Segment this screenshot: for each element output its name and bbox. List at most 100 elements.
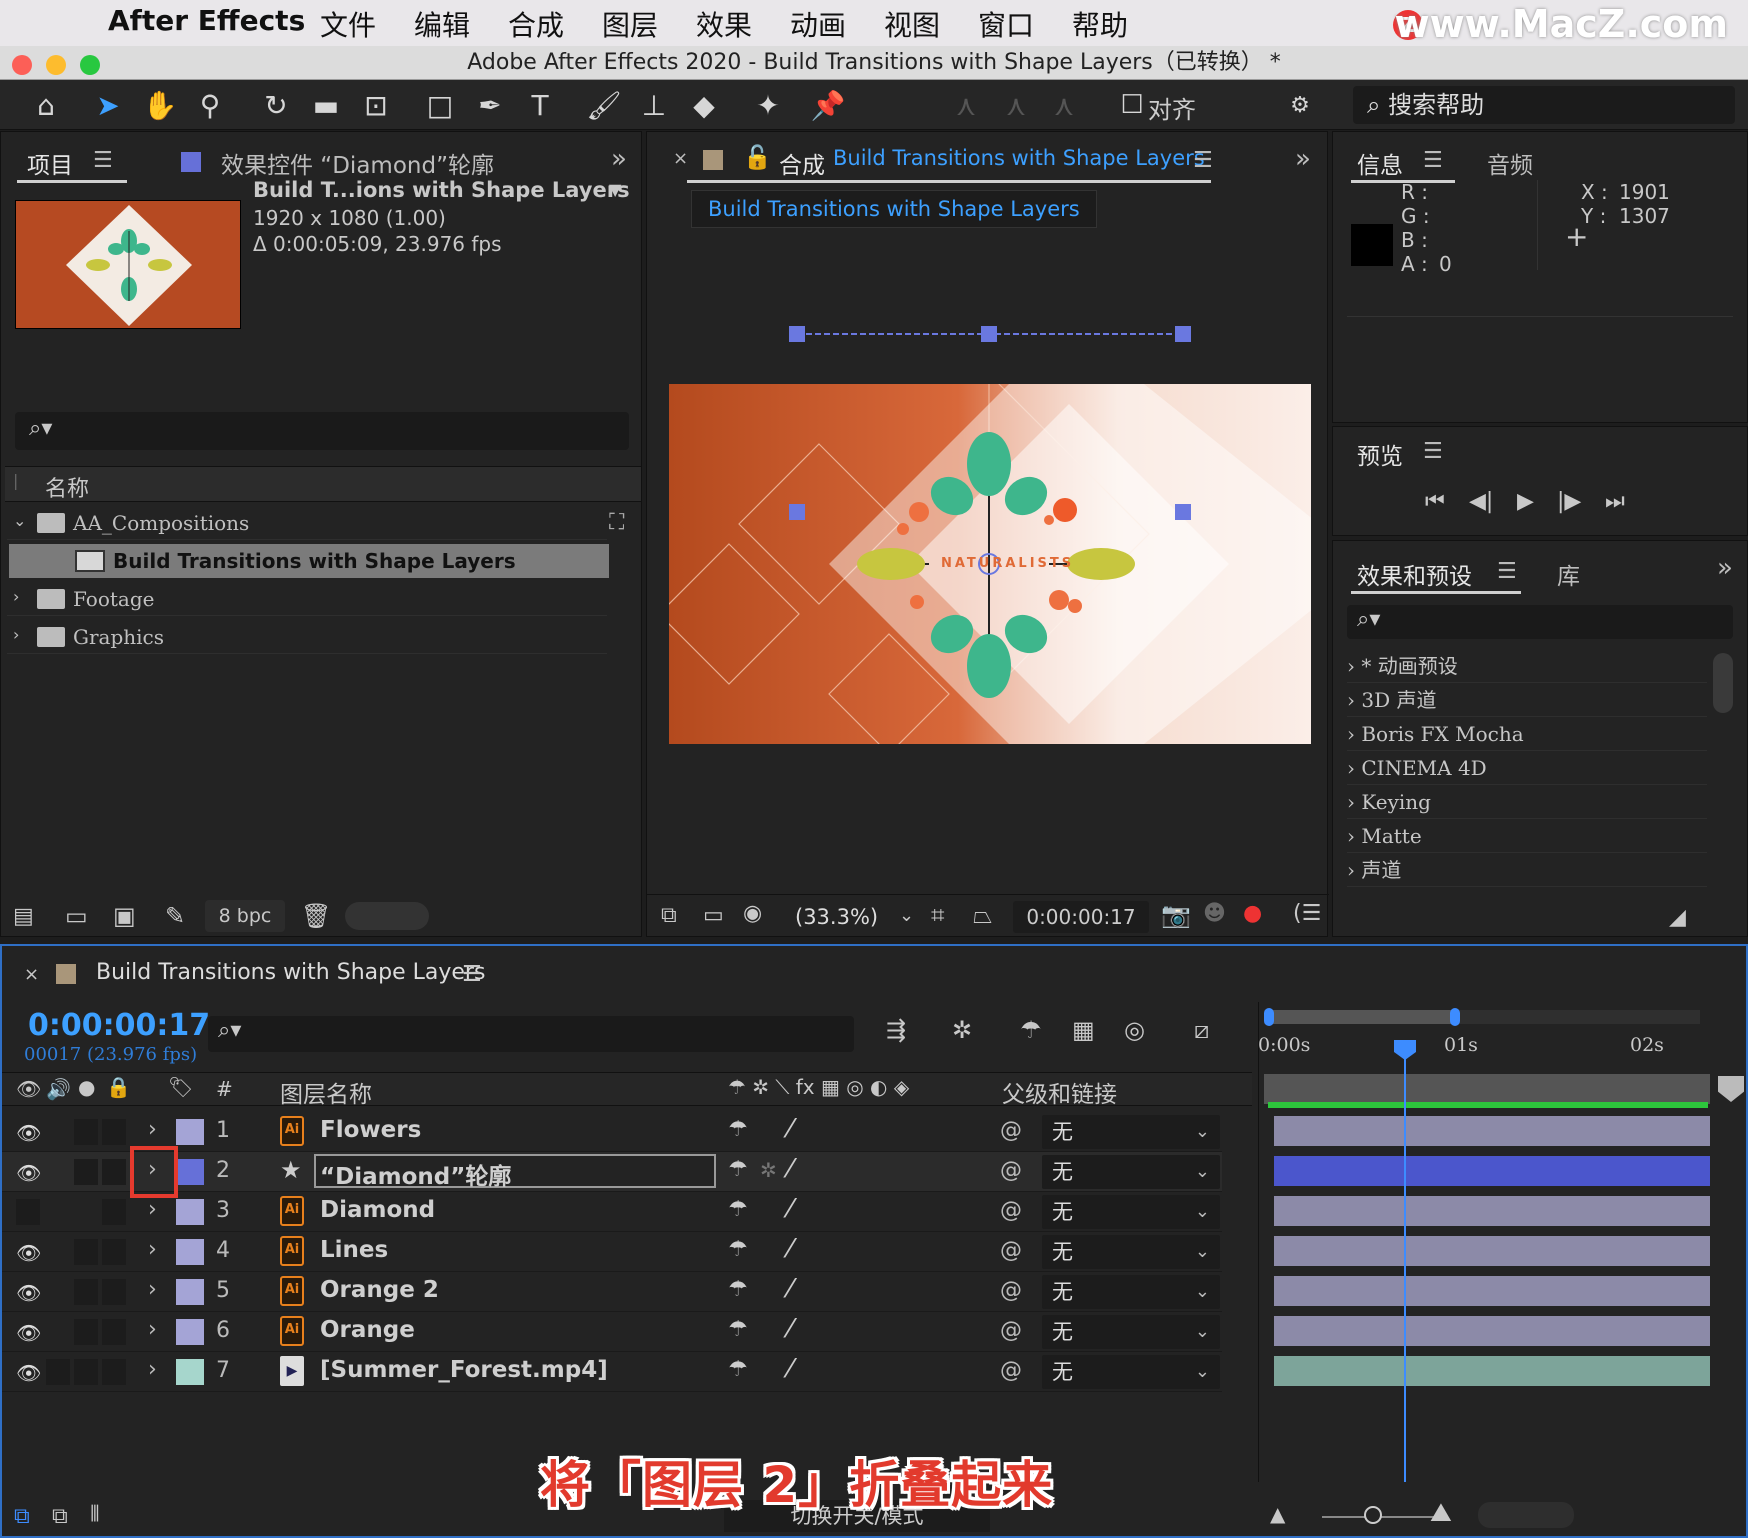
column-name-label[interactable]: 名称 — [45, 471, 89, 503]
pan-behind-tool-icon[interactable]: ⊡ — [356, 86, 396, 124]
in-out-panes-icon[interactable]: ⦀ — [90, 1502, 100, 1527]
layer-label-color[interactable] — [176, 1279, 204, 1305]
pick-whip-icon[interactable]: @ — [1000, 1358, 1022, 1383]
shy-switch-icon[interactable]: ☂ — [728, 1237, 748, 1262]
layer-duration-bar[interactable] — [1274, 1316, 1710, 1346]
column-layer-name[interactable]: 图层名称 — [280, 1075, 372, 1109]
comp-menu-icon[interactable]: ☰ — [1193, 148, 1213, 173]
layer-label-color[interactable] — [176, 1199, 204, 1225]
timeline-scrollbar[interactable] — [1478, 1502, 1574, 1528]
eye-icon[interactable]: 👁 — [16, 1161, 41, 1185]
layer-row[interactable]: 👁 › 1 Ai Flowers ☂ ⁄ @ 无 ⌄ — [2, 1112, 1222, 1152]
effect-category[interactable]: › 3D 声道 — [1347, 683, 1707, 717]
camera-tool-icon[interactable]: ▬ — [306, 86, 346, 124]
interpret-footage-icon[interactable]: ▤ — [13, 904, 34, 929]
work-area-bar[interactable] — [1264, 1074, 1710, 1104]
menu-view[interactable]: 视图 — [884, 4, 940, 44]
project-search-input[interactable]: ⌕▾ — [15, 412, 629, 450]
layer-duration-bar[interactable] — [1274, 1236, 1710, 1266]
show-snapshot-icon[interactable]: ☻ — [1203, 901, 1226, 926]
eye-icon[interactable]: 👁 — [16, 1321, 41, 1345]
navigator-start-handle[interactable] — [1264, 1008, 1274, 1026]
tab-timeline[interactable]: Build Transitions with Shape Layers — [96, 960, 485, 985]
chevron-right-icon[interactable]: › — [148, 1357, 157, 1382]
navigator-end-handle[interactable] — [1450, 1008, 1460, 1026]
quality-switch-icon[interactable]: ⁄ — [788, 1314, 792, 1344]
close-tab-icon[interactable]: × — [673, 148, 688, 169]
effect-category[interactable]: › 声道 — [1347, 853, 1707, 887]
layer-row[interactable]: 👁 › 7 ▶ [Summer_Forest.mp4] ☂ ⁄ @ 无 ⌄ — [2, 1352, 1222, 1392]
project-menu-icon[interactable]: ☰ — [93, 148, 113, 173]
roto-brush-tool-icon[interactable]: ✦ — [748, 86, 788, 124]
layer-duration-bar[interactable] — [1274, 1196, 1710, 1226]
layer-label-color[interactable] — [176, 1239, 204, 1265]
layer-name[interactable]: Lines — [320, 1237, 388, 1263]
chevron-right-icon[interactable]: › — [148, 1277, 157, 1302]
mask-visibility-icon[interactable]: ◉ — [743, 901, 762, 926]
layer-row[interactable]: 👁 › 4 Ai Lines ☂ ⁄ @ 无 ⌄ — [2, 1232, 1222, 1272]
puppet-pin-tool-icon[interactable]: 📌 — [808, 86, 848, 124]
layer-name[interactable]: Orange — [320, 1317, 415, 1343]
pick-whip-icon[interactable]: @ — [1000, 1118, 1022, 1143]
chevron-right-icon[interactable]: › — [13, 625, 19, 644]
lock-icon[interactable]: 🔓 — [743, 144, 772, 171]
menu-layer[interactable]: 图层 — [602, 4, 658, 44]
current-time-display[interactable]: 0:00:00:17 — [28, 1008, 210, 1043]
effect-category[interactable]: › Matte — [1347, 819, 1707, 853]
eye-icon[interactable]: 👁 — [16, 1361, 41, 1385]
previous-frame-icon[interactable]: ◀| — [1469, 489, 1493, 514]
layer-row[interactable]: 👁 › 5 Ai Orange 2 ☂ ⁄ @ 无 ⌄ — [2, 1272, 1222, 1312]
quality-switch-icon[interactable]: ⁄ — [788, 1114, 792, 1144]
layer-switches-icon[interactable]: ⧉ — [14, 1504, 30, 1529]
folder-row-footage[interactable]: › Footage — [7, 582, 607, 616]
eye-icon[interactable]: 👁 — [16, 1241, 41, 1265]
first-frame-icon[interactable]: ⏮ — [1425, 489, 1445, 514]
comp-navigator-tab[interactable]: Build Transitions with Shape Layers — [691, 190, 1097, 228]
composition-flowchart-icon[interactable]: ⇶ — [886, 1016, 906, 1044]
layer-label-color[interactable] — [176, 1119, 204, 1145]
transform-handle[interactable] — [981, 326, 997, 342]
align-checkbox[interactable]: ☐ — [1112, 86, 1152, 124]
tab-library[interactable]: 库 — [1557, 557, 1580, 591]
new-comp-icon[interactable]: ▣ — [113, 902, 136, 930]
resolution-icon[interactable]: (☰ — [1293, 901, 1321, 926]
shy-switch-icon[interactable]: ☂ — [728, 1157, 748, 1182]
folder-row-graphics[interactable]: › Graphics — [7, 620, 607, 654]
work-area-navigator[interactable] — [1264, 1008, 1700, 1026]
parent-dropdown[interactable]: 无 ⌄ — [1042, 1155, 1220, 1189]
transform-handle[interactable] — [1175, 504, 1191, 520]
parent-dropdown[interactable]: 无 ⌄ — [1042, 1315, 1220, 1349]
graph-editor-icon[interactable]: ⧄ — [1194, 1016, 1209, 1044]
chevron-down-icon[interactable]: ⌄ — [899, 905, 914, 926]
chevron-right-icon[interactable]: › — [148, 1197, 157, 1222]
snapshot-camera-icon[interactable]: 📷 — [1161, 901, 1191, 929]
transform-handle[interactable] — [789, 504, 805, 520]
minimize-window-button[interactable] — [46, 55, 66, 75]
search-help-input[interactable]: ⌕ 搜索帮助 — [1353, 86, 1735, 124]
effect-category[interactable]: › CINEMA 4D — [1347, 751, 1707, 785]
panel-overflow-icon[interactable]: » — [1295, 144, 1311, 174]
app-menu[interactable]: After Effects — [108, 4, 305, 37]
shy-switch-icon[interactable]: ☂ — [728, 1317, 748, 1342]
tab-info[interactable]: 信息 — [1357, 146, 1403, 180]
workspace-switcher-icon[interactable]: ⚙ — [1260, 86, 1340, 124]
next-frame-icon[interactable]: |▶ — [1557, 489, 1581, 514]
frame-blending-icon[interactable]: ▦ — [1072, 1016, 1095, 1044]
tab-effect-controls[interactable]: 效果控件 “Diamond”轮廓 — [221, 146, 494, 180]
shy-switch-icon[interactable]: ☂ — [728, 1197, 748, 1222]
menu-composition[interactable]: 合成 — [508, 4, 564, 44]
layer-duration-bar-selected[interactable] — [1274, 1156, 1710, 1186]
chevron-right-icon[interactable]: › — [148, 1237, 157, 1262]
adobe-dynamic-link-icon[interactable]: ✎ — [165, 902, 185, 930]
info-menu-icon[interactable]: ☰ — [1423, 148, 1443, 173]
eye-icon[interactable]: 👁 — [16, 1281, 41, 1305]
always-preview-icon[interactable]: ⧉ — [661, 903, 677, 928]
layer-row[interactable]: 👁 › 6 Ai Orange ☂ ⁄ @ 无 ⌄ — [2, 1312, 1222, 1352]
layer-name[interactable]: Flowers — [320, 1117, 421, 1143]
clone-stamp-tool-icon[interactable]: ⊥ — [634, 86, 674, 124]
brush-tool-icon[interactable]: 🖌 — [584, 86, 624, 124]
transparency-grid-icon[interactable]: ⏢ — [973, 901, 992, 929]
scrollbar[interactable] — [1713, 653, 1733, 713]
shy-switch-icon[interactable]: ☂ — [728, 1357, 748, 1382]
zoom-slider-thumb[interactable] — [1364, 1506, 1382, 1524]
